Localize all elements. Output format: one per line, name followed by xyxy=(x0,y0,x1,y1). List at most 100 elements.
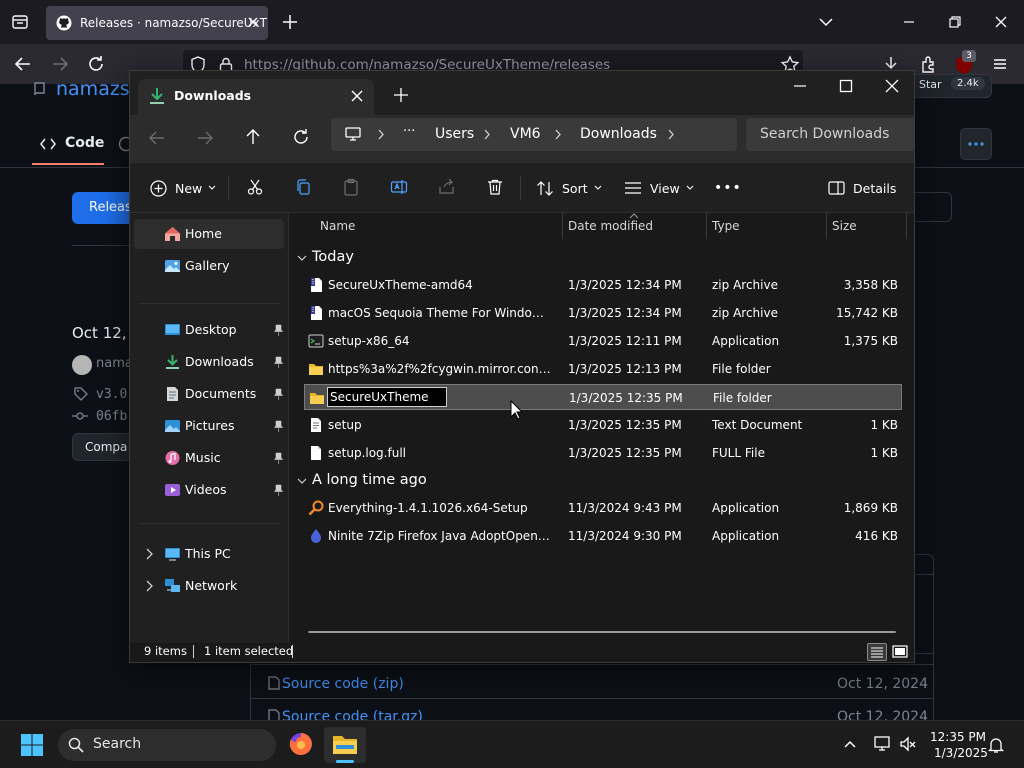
view-button[interactable]: View xyxy=(624,163,696,213)
asset-link-zip[interactable]: Source code (zip) xyxy=(282,676,404,692)
release-button[interactable]: Releas xyxy=(72,192,132,224)
sidebar-item-pictures[interactable]: Pictures xyxy=(134,411,284,441)
pin-icon[interactable] xyxy=(274,324,283,336)
file-row[interactable]: Ninite 7Zip Firefox Java AdoptOpenJDK x.… xyxy=(304,523,902,549)
file-explorer-taskbar-icon[interactable] xyxy=(324,727,366,763)
horizontal-scrollbar[interactable] xyxy=(308,631,896,633)
back-icon[interactable] xyxy=(14,55,32,73)
pin-icon[interactable] xyxy=(274,420,283,432)
chevron-right-icon[interactable] xyxy=(144,580,154,592)
sidebar-item-videos[interactable]: Videos xyxy=(134,475,284,505)
tab-overflow-icon[interactable] xyxy=(816,12,836,32)
tiles-view-icon[interactable] xyxy=(890,643,910,661)
compare-button[interactable]: Compa xyxy=(72,433,132,461)
menu-icon[interactable] xyxy=(991,55,1009,73)
file-row[interactable]: macOS Sequoia Theme For Windows 11 ... 1… xyxy=(304,300,902,326)
explorer-tab-downloads[interactable]: Downloads xyxy=(138,79,374,115)
copy-icon[interactable] xyxy=(294,178,312,196)
clock-time[interactable]: 12:35 PM xyxy=(930,730,986,744)
taskbar-search-box[interactable]: Search xyxy=(58,729,276,761)
maximize-icon[interactable] xyxy=(837,77,855,95)
forward-icon[interactable] xyxy=(196,129,214,147)
close-tab-icon[interactable] xyxy=(350,89,364,103)
sidebar-item-this-pc[interactable]: This PC xyxy=(134,539,284,569)
column-header-name[interactable]: Name xyxy=(320,219,355,233)
more-options-button[interactable] xyxy=(960,128,992,160)
delete-icon[interactable] xyxy=(486,178,504,196)
chevron-right-icon[interactable] xyxy=(377,129,385,140)
sort-button[interactable]: Sort xyxy=(536,163,604,213)
file-row[interactable]: setup 1/3/2025 12:35 PM Text Document 1 … xyxy=(304,412,902,438)
file-row[interactable]: SecureUxTheme-amd64 1/3/2025 12:34 PM zi… xyxy=(304,272,902,298)
clock-date[interactable]: 1/3/2025 xyxy=(934,746,988,760)
rename-icon[interactable] xyxy=(390,178,408,196)
volume-muted-icon[interactable] xyxy=(899,735,917,753)
file-row[interactable]: https%3a%2f%2fcygwin.mirror.constant....… xyxy=(304,356,902,382)
chevron-right-icon[interactable] xyxy=(144,548,154,560)
breadcrumb-overflow[interactable]: ··· xyxy=(403,124,415,139)
commit-hash[interactable]: 06fb xyxy=(96,409,127,424)
sidebar-item-network[interactable]: Network xyxy=(134,571,284,601)
pin-icon[interactable] xyxy=(274,484,283,496)
tab-code[interactable]: Code xyxy=(65,135,104,151)
sidebar-item-documents[interactable]: Documents xyxy=(134,379,284,409)
minimize-icon[interactable] xyxy=(791,77,809,95)
file-row-selected[interactable]: 1/3/2025 12:35 PM File folder xyxy=(304,384,902,410)
show-hidden-icons-chevron-up-icon[interactable] xyxy=(842,737,858,751)
notification-bell-icon[interactable] xyxy=(988,736,1004,754)
rename-input[interactable] xyxy=(327,387,447,407)
up-icon[interactable] xyxy=(244,128,262,146)
sidebar-item-desktop[interactable]: Desktop xyxy=(134,315,284,345)
restore-icon[interactable] xyxy=(945,12,965,32)
firefox-taskbar-icon[interactable] xyxy=(288,731,314,757)
share-icon[interactable] xyxy=(438,178,456,196)
pin-icon[interactable] xyxy=(274,452,283,464)
details-view-icon[interactable] xyxy=(867,643,887,661)
search-downloads-input[interactable]: Search Downloads xyxy=(746,118,914,151)
new-tab-icon[interactable] xyxy=(394,88,408,102)
author-name[interactable]: nama xyxy=(96,356,133,371)
close-icon[interactable] xyxy=(883,77,901,95)
breadcrumb-downloads[interactable]: Downloads xyxy=(580,126,657,142)
file-name: setup-x86_64 xyxy=(328,334,410,348)
more-options-button[interactable]: ••• xyxy=(714,163,742,213)
file-row[interactable]: setup-x86_64 1/3/2025 12:11 PM Applicati… xyxy=(304,328,902,354)
details-button[interactable]: Details xyxy=(828,163,898,213)
close-icon[interactable] xyxy=(991,12,1011,32)
minimize-icon[interactable] xyxy=(899,12,919,32)
close-tab-icon[interactable] xyxy=(246,15,260,29)
tab-list-icon[interactable] xyxy=(11,13,29,31)
pin-icon[interactable] xyxy=(274,356,283,368)
breadcrumb[interactable]: ··· Users VM6 Downloads xyxy=(331,118,737,151)
extensions-icon[interactable] xyxy=(919,54,939,74)
cut-icon[interactable] xyxy=(246,178,264,196)
star-button[interactable]: Star 2.4k xyxy=(910,74,992,98)
chevron-right-icon[interactable] xyxy=(667,129,675,140)
new-button[interactable]: New xyxy=(150,163,216,213)
chevron-right-icon[interactable] xyxy=(554,129,562,140)
file-name: Everything-1.4.1.1026.x64-Setup xyxy=(328,501,528,515)
column-header-type[interactable]: Type xyxy=(712,219,740,233)
file-row[interactable]: Everything-1.4.1.1026.x64-Setup 11/3/202… xyxy=(304,495,902,521)
chevron-right-icon[interactable] xyxy=(483,129,491,140)
sidebar-item-gallery[interactable]: Gallery xyxy=(134,251,284,281)
sidebar-item-downloads[interactable]: Downloads xyxy=(134,347,284,377)
new-tab-icon[interactable] xyxy=(282,14,298,30)
network-status-icon[interactable] xyxy=(873,735,891,753)
column-header-date-modified[interactable]: Date modified xyxy=(568,219,653,233)
forward-icon[interactable] xyxy=(51,55,69,73)
file-row[interactable]: setup.log.full 1/3/2025 12:35 PM FULL Fi… xyxy=(304,440,902,466)
start-windows-icon[interactable] xyxy=(20,733,44,757)
refresh-icon[interactable] xyxy=(292,128,310,146)
sidebar-item-home[interactable]: Home xyxy=(134,219,284,249)
reload-icon[interactable] xyxy=(87,55,105,73)
sidebar-item-music[interactable]: Music xyxy=(134,443,284,473)
pin-icon[interactable] xyxy=(274,388,283,400)
breadcrumb-users[interactable]: Users xyxy=(435,126,474,142)
breadcrumb-vm6[interactable]: VM6 xyxy=(510,126,541,142)
back-icon[interactable] xyxy=(148,129,166,147)
browser-tab-releases[interactable]: Releases · namazso/SecureUxTh xyxy=(46,6,268,40)
paste-icon[interactable] xyxy=(342,178,360,196)
column-header-size[interactable]: Size xyxy=(832,219,857,233)
this-pc-icon[interactable] xyxy=(344,125,362,143)
